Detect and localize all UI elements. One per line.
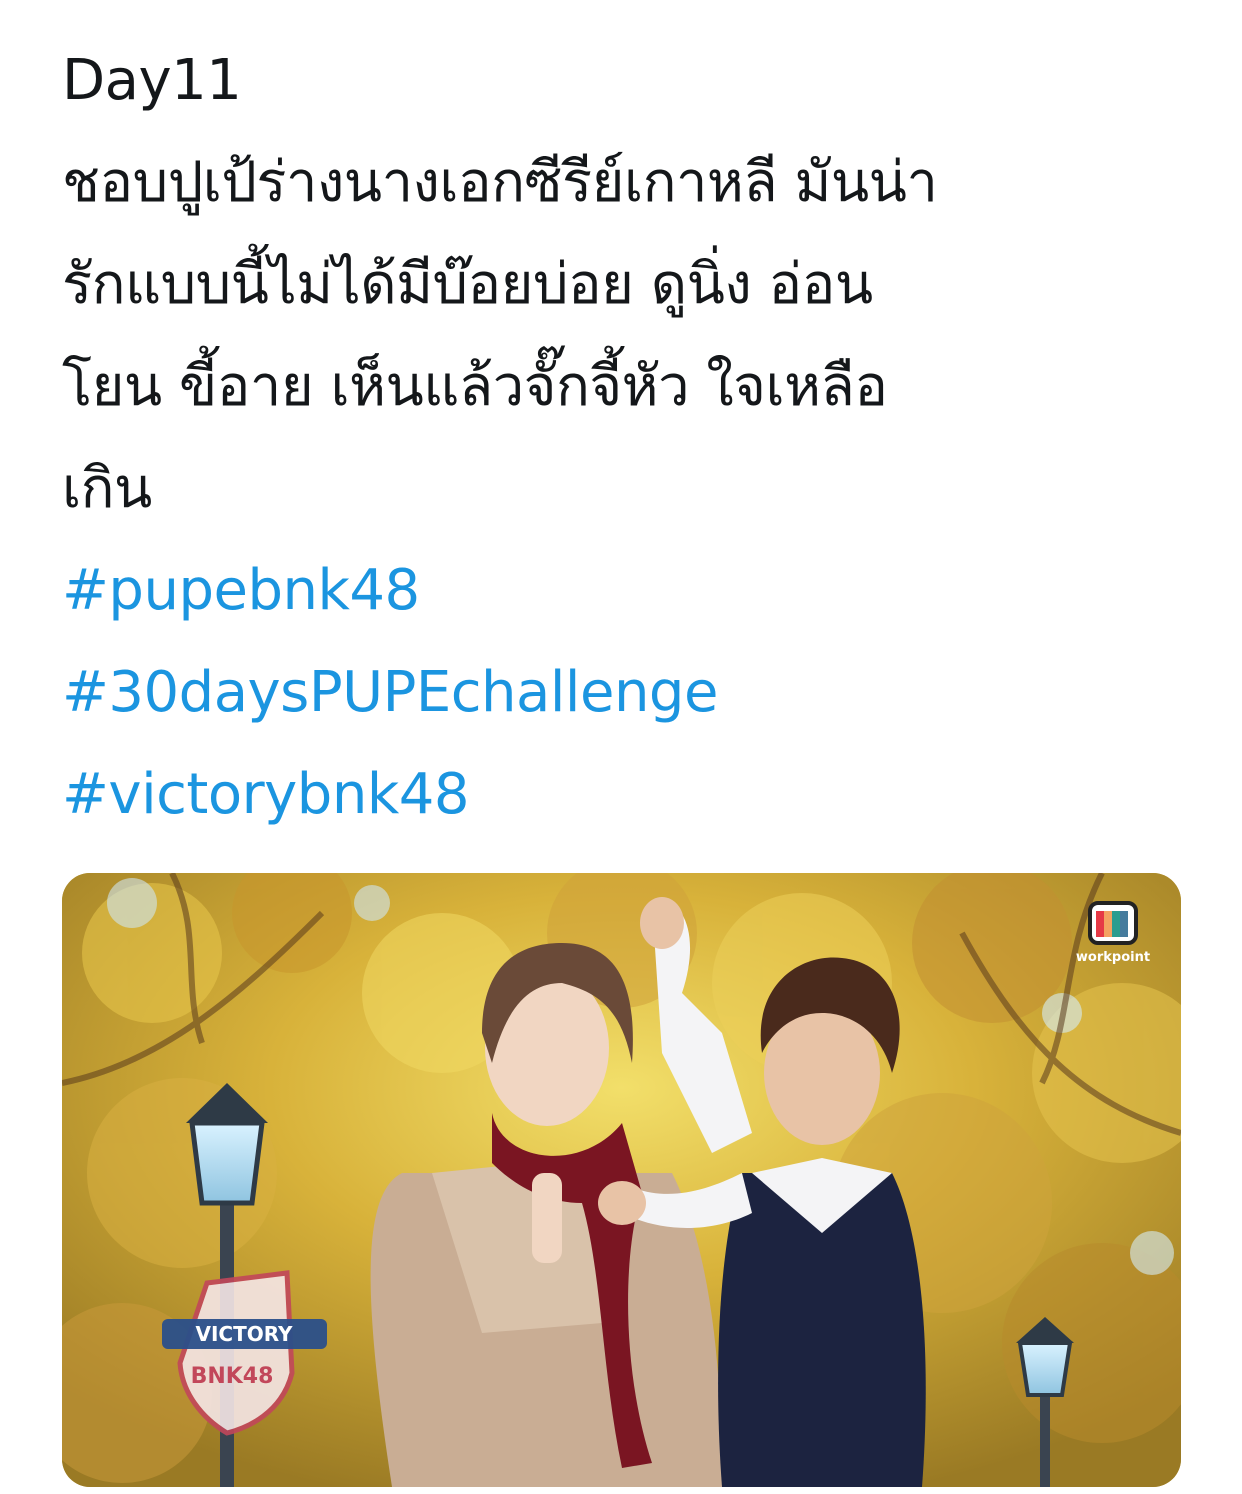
channel-logo-label: workpoint xyxy=(1076,950,1150,965)
tweet-text: Day11 ชอบปูเป้ร่างนางเอกซีรีย์เกาหลี มัน… xyxy=(62,30,1180,846)
tweet-text-line-1: Day11 xyxy=(62,48,242,113)
tweet-text-line-2: ชอบปูเป้ร่างนางเอกซีรีย์เกาหลี มันน่า xyxy=(62,150,938,215)
tweet: Day11 ชอบปูเป้ร่างนางเอกซีรีย์เกาหลี มัน… xyxy=(0,0,1242,1494)
show-badge-top-text: VICTORY xyxy=(195,1322,293,1346)
tweet-text-line-4: โยน ขี้อาย เห็นแล้วจั๊กจี้หัว ใจเหลือ xyxy=(62,354,888,419)
tweet-text-line-5: เกิน xyxy=(62,456,152,521)
hashtag-link-victorybnk48[interactable]: #victorybnk48 xyxy=(62,744,1180,846)
show-badge-bottom-text: BNK48 xyxy=(191,1364,274,1389)
tweet-media-image[interactable]: workpoint VICTORY BNK48 xyxy=(62,873,1181,1487)
hashtag-link-30dayspupechallenge[interactable]: #30daysPUPEchallenge xyxy=(62,642,1180,744)
media-illustration: workpoint VICTORY BNK48 xyxy=(62,873,1181,1487)
tweet-text-line-3: รักแบบนี้ไม่ได้มีบ๊อยบ่อย ดูนิ่ง อ่อน xyxy=(62,252,873,317)
hashtag-link-pupebnk48[interactable]: #pupebnk48 xyxy=(62,540,1180,642)
